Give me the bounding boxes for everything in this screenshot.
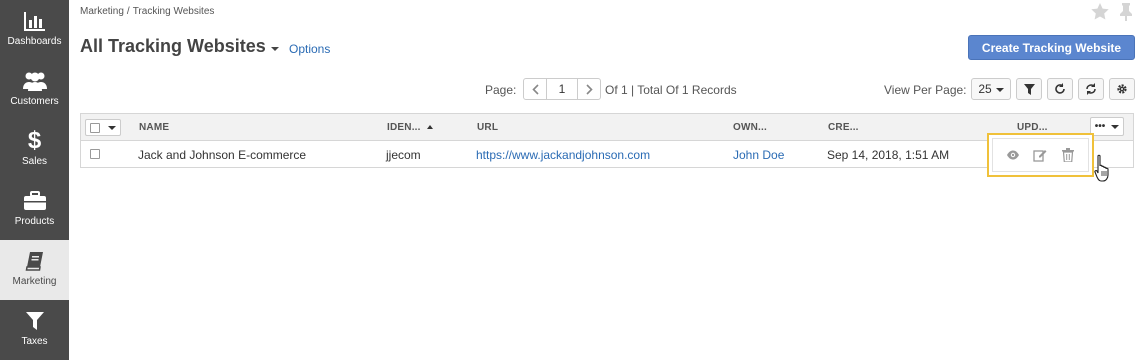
view-icon[interactable]	[1004, 146, 1022, 164]
cell-name: Jack and Johnson E-commerce	[138, 148, 307, 162]
main-sidebar: Dashboards Customers $ Sales Products Ma…	[0, 0, 69, 360]
grid-header: NAME IDEN... URL OWN... CRE... UPD... ••…	[81, 114, 1133, 141]
dollar-icon: $	[27, 127, 42, 154]
chevron-down-icon	[1111, 125, 1120, 129]
column-header-name[interactable]: NAME	[139, 122, 169, 133]
refresh-button[interactable]	[1047, 78, 1073, 100]
chevron-down-icon	[995, 87, 1004, 92]
edit-icon[interactable]	[1031, 146, 1049, 164]
book-icon	[24, 248, 46, 274]
column-header-identifier-label: IDEN...	[387, 122, 421, 133]
breadcrumb-parent[interactable]: Marketing	[80, 6, 124, 17]
cell-identifier: jjecom	[386, 148, 421, 162]
next-page-button[interactable]	[578, 79, 600, 99]
tracking-websites-grid: NAME IDEN... URL OWN... CRE... UPD... ••…	[80, 113, 1134, 168]
breadcrumb-current: Tracking Websites	[132, 6, 215, 17]
nav-label: Dashboards	[7, 36, 62, 47]
top-icons	[1091, 3, 1133, 24]
prev-page-button[interactable]	[524, 79, 546, 99]
hand-cursor-icon	[1094, 154, 1112, 185]
cell-url-link[interactable]: https://www.jackandjohnson.com	[476, 148, 650, 162]
nav-item-dashboards[interactable]: Dashboards	[0, 0, 69, 60]
star-icon[interactable]	[1091, 3, 1109, 24]
column-header-url[interactable]: URL	[477, 122, 498, 133]
nav-item-taxes[interactable]: Taxes	[0, 300, 69, 360]
pager: 1	[523, 78, 601, 100]
settings-button[interactable]	[1109, 78, 1135, 100]
table-row[interactable]: Jack and Johnson E-commerce jjecom https…	[81, 141, 1133, 168]
chevron-left-icon	[531, 83, 539, 95]
nav-label: Products	[14, 216, 55, 227]
cell-owner-link[interactable]: John Doe	[733, 148, 784, 162]
chevron-down-icon	[270, 46, 279, 51]
grid-actions-menu-button[interactable]: •••	[1090, 117, 1124, 136]
trash-icon[interactable]	[1059, 146, 1077, 164]
page-title-text: All Tracking Websites	[80, 36, 266, 56]
create-tracking-website-button[interactable]: Create Tracking Website	[968, 35, 1135, 60]
more-icon: •••	[1094, 121, 1106, 132]
column-header-owner[interactable]: OWN...	[733, 122, 767, 133]
gear-icon	[1117, 84, 1127, 94]
column-header-created[interactable]: CRE...	[828, 122, 859, 133]
breadcrumb-separator: /	[126, 6, 130, 17]
briefcase-icon	[23, 188, 47, 214]
breadcrumb: Marketing / Tracking Websites	[80, 6, 214, 17]
chevron-right-icon	[585, 83, 593, 95]
nav-label: Taxes	[21, 336, 48, 347]
select-all-checkbox[interactable]	[90, 122, 100, 133]
users-icon	[22, 68, 48, 94]
options-link[interactable]: Options	[289, 42, 330, 56]
refresh-icon	[1055, 83, 1065, 94]
column-header-updated[interactable]: UPD...	[1017, 122, 1048, 133]
select-all-dropdown[interactable]	[85, 119, 121, 136]
nav-label: Marketing	[12, 276, 57, 287]
sort-ascending-icon	[426, 125, 433, 129]
sync-icon	[1086, 83, 1096, 95]
chevron-down-icon	[108, 126, 116, 130]
page-number-input[interactable]: 1	[546, 79, 578, 99]
page-label: Page:	[485, 83, 517, 97]
filter-button[interactable]	[1016, 78, 1042, 100]
page-title[interactable]: All Tracking Websites	[80, 36, 279, 57]
nav-item-sales[interactable]: $ Sales	[0, 120, 69, 180]
nav-item-customers[interactable]: Customers	[0, 60, 69, 120]
nav-label: Sales	[21, 156, 47, 167]
filter-icon	[1023, 83, 1035, 95]
row-actions-panel	[992, 138, 1089, 172]
cell-created: Sep 14, 2018, 1:51 AM	[827, 148, 950, 162]
column-header-identifier[interactable]: IDEN...	[387, 122, 433, 133]
per-page-value: 25	[978, 82, 992, 96]
view-per-page-label: View Per Page:	[884, 83, 967, 97]
bar-chart-icon	[23, 8, 46, 34]
row-actions-popup	[987, 133, 1094, 177]
pagination-summary: Of 1 | Total Of 1 Records	[605, 83, 737, 97]
pin-icon[interactable]	[1119, 3, 1133, 24]
reset-button[interactable]	[1078, 78, 1104, 100]
nav-item-products[interactable]: Products	[0, 180, 69, 240]
nav-label: Customers	[10, 96, 59, 107]
row-checkbox[interactable]	[90, 149, 100, 159]
nav-item-marketing[interactable]: Marketing	[0, 240, 69, 300]
funnel-icon	[25, 308, 45, 334]
per-page-select[interactable]: 25	[971, 78, 1011, 100]
